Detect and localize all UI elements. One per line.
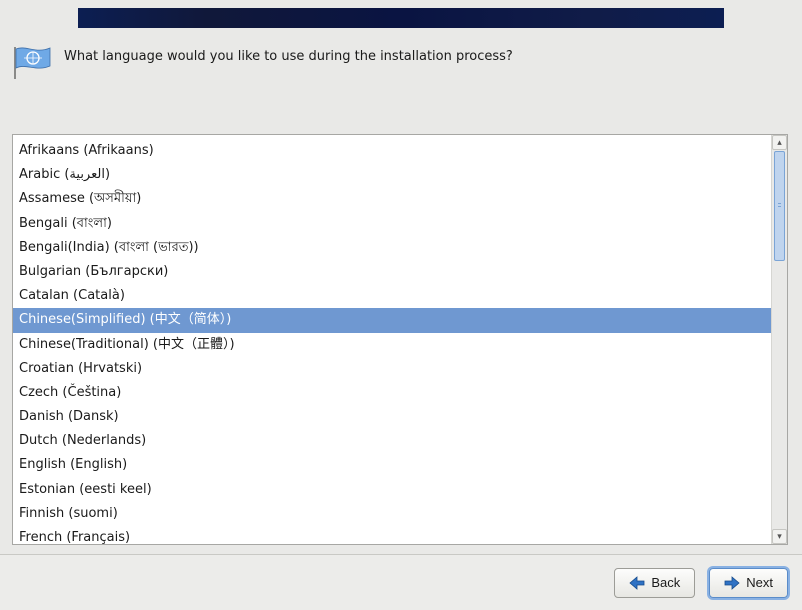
language-option[interactable]: Finnish (suomi)	[13, 502, 771, 526]
language-option[interactable]: English (English)	[13, 453, 771, 477]
language-flag-icon	[12, 46, 52, 80]
prompt-text: What language would you like to use duri…	[64, 46, 513, 66]
scrollbar[interactable]: ▴ ▾	[771, 135, 787, 544]
arrow-left-icon	[629, 576, 645, 590]
language-option[interactable]: Bengali (বাংলা)	[13, 212, 771, 236]
scroll-up-button[interactable]: ▴	[772, 135, 787, 150]
language-option[interactable]: Czech (Čeština)	[13, 381, 771, 405]
language-option[interactable]: Dutch (Nederlands)	[13, 429, 771, 453]
language-option[interactable]: Danish (Dansk)	[13, 405, 771, 429]
header-banner	[78, 8, 724, 28]
back-button-label: Back	[651, 575, 680, 590]
language-option[interactable]: Afrikaans (Afrikaans)	[13, 139, 771, 163]
next-button[interactable]: Next	[709, 568, 788, 598]
language-option[interactable]: Bengali(India) (বাংলা (ভারত))	[13, 236, 771, 260]
language-option[interactable]: Bulgarian (Български)	[13, 260, 771, 284]
scroll-down-button[interactable]: ▾	[772, 529, 787, 544]
scroll-thumb[interactable]	[774, 151, 785, 261]
language-option[interactable]: Chinese(Traditional) (中文（正體）)	[13, 333, 771, 357]
language-option[interactable]: French (Français)	[13, 526, 771, 544]
language-option[interactable]: Assamese (অসমীয়া)	[13, 187, 771, 211]
language-list[interactable]: Afrikaans (Afrikaans)Arabic (العربية)Ass…	[12, 134, 788, 545]
next-button-label: Next	[746, 575, 773, 590]
language-option[interactable]: Croatian (Hrvatski)	[13, 357, 771, 381]
language-option[interactable]: Catalan (Català)	[13, 284, 771, 308]
language-list-inner: Afrikaans (Afrikaans)Arabic (العربية)Ass…	[13, 135, 771, 544]
language-option[interactable]: Estonian (eesti keel)	[13, 478, 771, 502]
language-option[interactable]: Arabic (العربية)	[13, 163, 771, 187]
language-option[interactable]: Chinese(Simplified) (中文（简体）)	[13, 308, 771, 332]
prompt-row: What language would you like to use duri…	[0, 28, 802, 80]
back-button[interactable]: Back	[614, 568, 695, 598]
arrow-right-icon	[724, 576, 740, 590]
